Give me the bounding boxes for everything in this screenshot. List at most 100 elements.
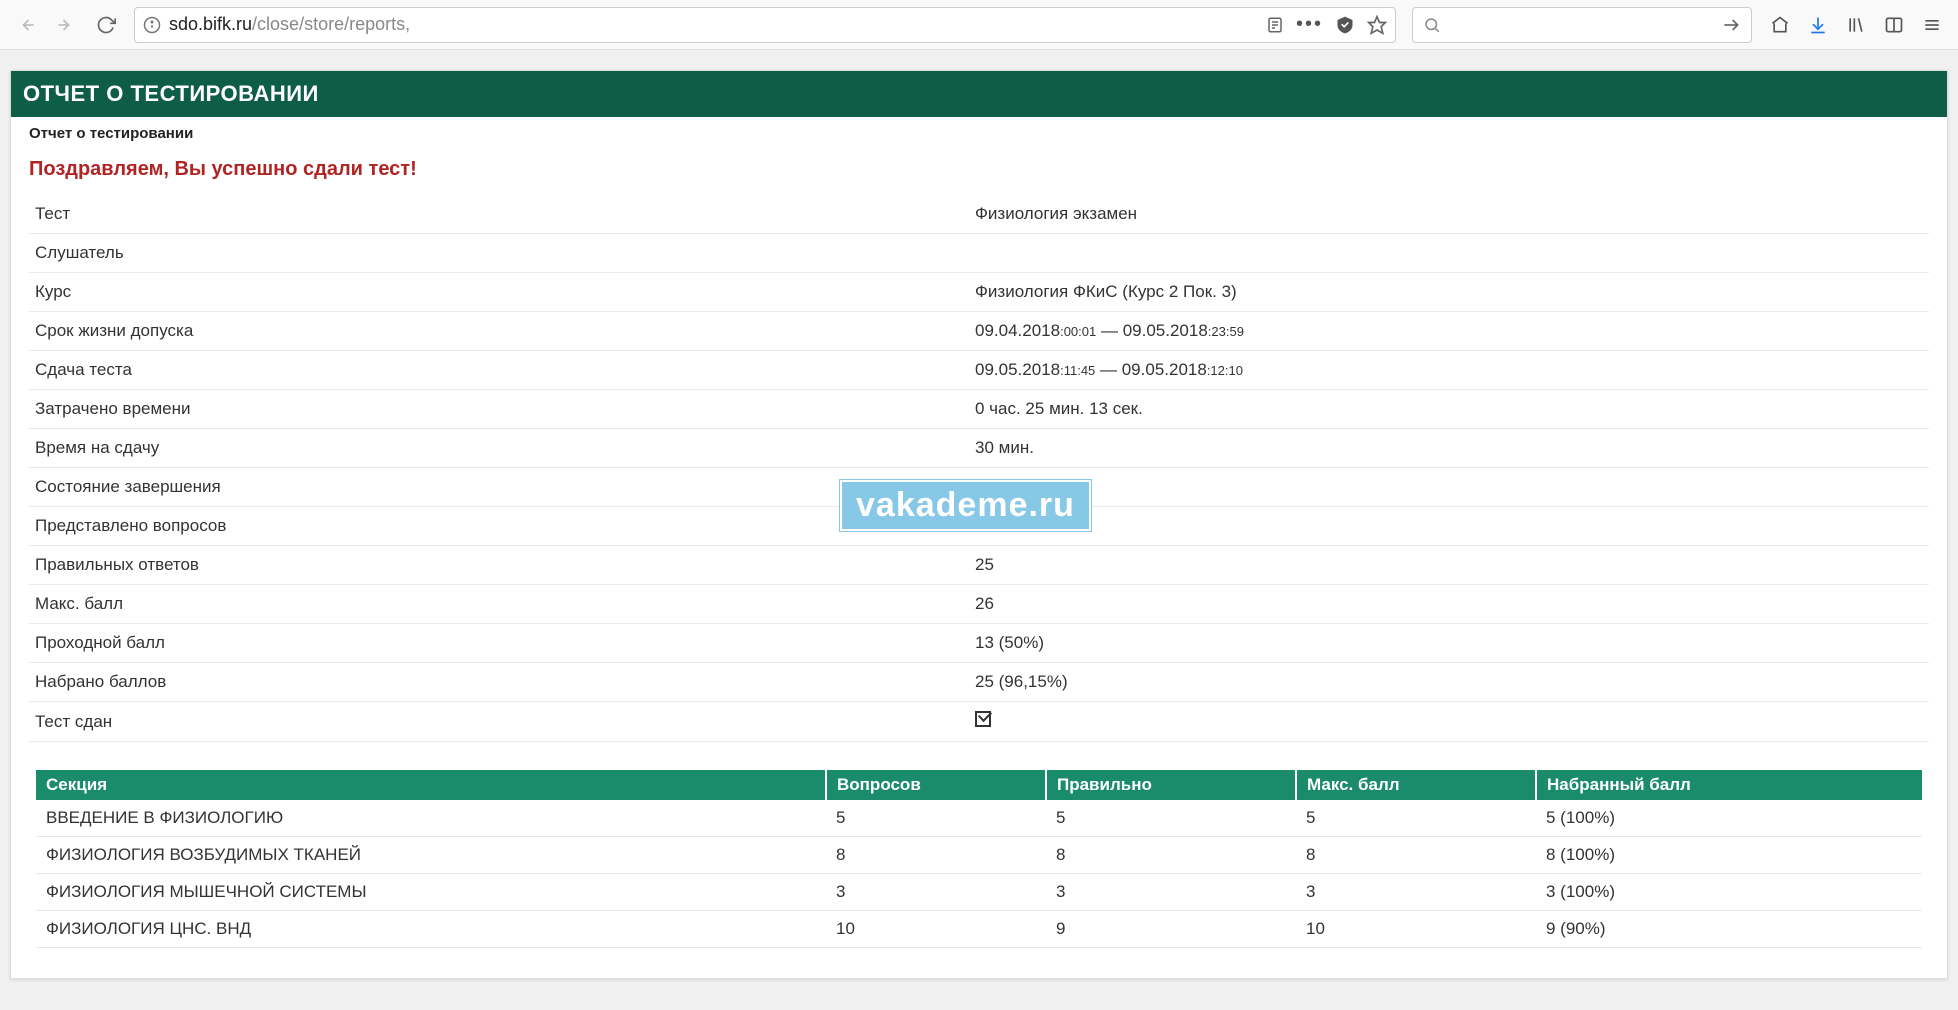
reload-button[interactable] [88,7,124,43]
section-cell: 3 [1046,874,1296,911]
section-header: Вопросов [826,770,1046,800]
section-cell: 8 [826,837,1046,874]
info-label: Время на сдачу [29,429,969,468]
arrow-left-icon [16,15,36,35]
info-label: Макс. балл [29,585,969,624]
info-label: Набрано баллов [29,663,969,702]
info-row: Набрано баллов25 (96,15%) [29,663,1929,702]
section-row: ФИЗИОЛОГИЯ МЫШЕЧНОЙ СИСТЕМЫ3333 (100%) [36,874,1922,911]
section-header: Правильно [1046,770,1296,800]
section-cell: 5 [1296,800,1536,837]
info-row: Срок жизни допуска09.04.2018:00:01 — 09.… [29,312,1929,351]
addr-right-icons: ••• [1266,13,1387,36]
page-wrapper: ОТЧЕТ О ТЕСТИРОВАНИИ Отчет о тестировани… [0,50,1958,989]
section-cell: ВВЕДЕНИЕ В ФИЗИОЛОГИЮ [36,800,826,837]
page-title-bar: ОТЧЕТ О ТЕСТИРОВАНИИ [11,71,1947,117]
library-button[interactable] [1838,7,1874,43]
page-title: ОТЧЕТ О ТЕСТИРОВАНИИ [23,81,319,106]
section-header: Секция [36,770,826,800]
home-icon [1770,15,1790,35]
back-button[interactable] [8,7,44,43]
menu-button[interactable] [1914,7,1950,43]
info-label: Курс [29,273,969,312]
section-cell: 10 [826,911,1046,948]
info-label: Проходной балл [29,624,969,663]
info-value: завершен [969,468,1929,507]
section-cell: 5 [1046,800,1296,837]
info-table: ТестФизиология экзаменСлушательКурсФизио… [29,195,1929,742]
browser-toolbar: sdo.bifk.ru/close/store/reports, ••• [0,0,1958,50]
toolbar-right [1762,7,1950,43]
url-path: /close/store/reports, [252,14,410,34]
info-value: Физиология ФКиС (Курс 2 Пок. 3) [969,273,1929,312]
section-row: ФИЗИОЛОГИЯ ВОЗБУДИМЫХ ТКАНЕЙ8888 (100%) [36,837,1922,874]
section-cell: 8 (100%) [1536,837,1922,874]
url-domain: sdo.bifk.ru [169,14,252,34]
info-label: Затрачено времени [29,390,969,429]
section-cell: 3 [826,874,1046,911]
url-text: sdo.bifk.ru/close/store/reports, [169,14,410,35]
section-cell: 5 [826,800,1046,837]
download-icon [1808,15,1828,35]
sidebar-button[interactable] [1876,7,1912,43]
info-label: Сдача теста [29,351,969,390]
info-value: 09.05.2018:11:45 — 09.05.2018:12:10 [969,351,1929,390]
section-cell: 3 [1296,874,1536,911]
info-row: Сдача теста09.05.2018:11:45 — 09.05.2018… [29,351,1929,390]
section-row: ФИЗИОЛОГИЯ ЦНС. ВНД109109 (90%) [36,911,1922,948]
report-card: ОТЧЕТ О ТЕСТИРОВАНИИ Отчет о тестировани… [10,70,1948,979]
pocket-icon[interactable] [1335,15,1355,35]
arrow-right-icon [56,15,76,35]
congrats-message: Поздравляем, Вы успешно сдали тест! [11,148,1947,195]
search-bar[interactable] [1412,7,1752,43]
section-cell: 10 [1296,911,1536,948]
forward-button[interactable] [48,7,84,43]
info-row: Проходной балл13 (50%) [29,624,1929,663]
info-row: Правильных ответов25 [29,546,1929,585]
info-row: КурсФизиология ФКиС (Курс 2 Пок. 3) [29,273,1929,312]
info-row: Представлено вопросов26 [29,507,1929,546]
downloads-button[interactable] [1800,7,1836,43]
info-label: Представлено вопросов [29,507,969,546]
reader-icon[interactable] [1266,16,1284,34]
breadcrumb: Отчет о тестировании [11,117,1947,148]
home-button[interactable] [1762,7,1798,43]
info-value [969,702,1929,742]
section-cell: 3 (100%) [1536,874,1922,911]
info-value: 25 [969,546,1929,585]
hamburger-icon [1922,15,1942,35]
info-value: 13 (50%) [969,624,1929,663]
section-cell: ФИЗИОЛОГИЯ ЦНС. ВНД [36,911,826,948]
info-value: Физиология экзамен [969,195,1929,234]
info-row: Макс. балл26 [29,585,1929,624]
info-label: Состояние завершения [29,468,969,507]
search-icon [1423,16,1441,34]
info-icon [143,16,161,34]
library-icon [1846,15,1866,35]
info-label: Тест [29,195,969,234]
section-header: Набранный балл [1536,770,1922,800]
section-header: Макс. балл [1296,770,1536,800]
star-icon[interactable] [1367,15,1387,35]
info-row: Время на сдачу30 мин. [29,429,1929,468]
info-label: Слушатель [29,234,969,273]
section-cell: 9 (90%) [1536,911,1922,948]
info-row: Слушатель [29,234,1929,273]
section-row: ВВЕДЕНИЕ В ФИЗИОЛОГИЮ5555 (100%) [36,800,1922,837]
info-value [969,234,1929,273]
address-bar[interactable]: sdo.bifk.ru/close/store/reports, ••• [134,7,1396,43]
info-value: 25 (96,15%) [969,663,1929,702]
section-cell: 8 [1296,837,1536,874]
info-row: Состояние завершениязавершен [29,468,1929,507]
info-value: 30 мин. [969,429,1929,468]
info-label: Тест сдан [29,702,969,742]
section-cell: 5 (100%) [1536,800,1922,837]
reload-icon [96,15,116,35]
info-value: 09.04.2018:00:01 — 09.05.2018:23:59 [969,312,1929,351]
more-icon[interactable]: ••• [1296,13,1323,36]
info-value: 0 час. 25 мин. 13 сек. [969,390,1929,429]
info-value: 26 [969,507,1929,546]
info-row: ТестФизиология экзамен [29,195,1929,234]
go-arrow-icon[interactable] [1721,15,1741,35]
info-value: 26 [969,585,1929,624]
